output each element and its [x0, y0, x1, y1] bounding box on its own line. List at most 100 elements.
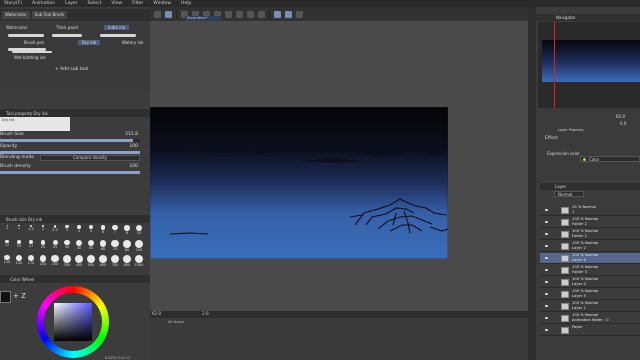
brush-size-preset[interactable]: 20	[37, 240, 49, 249]
layer-row[interactable]: 100 % Normal Folder 2	[540, 217, 640, 228]
snap-ruler-icon[interactable]	[274, 10, 281, 18]
brush-size-preset[interactable]: 100	[133, 240, 145, 252]
brush-size-preset[interactable]: 500	[85, 255, 97, 267]
brush-size-preset[interactable]: 25	[49, 240, 61, 249]
swap-colors-button[interactable]: + Z	[13, 292, 26, 300]
layer-row[interactable]: 100 % Normal Layer 2	[540, 241, 640, 252]
new-icon[interactable]	[154, 10, 161, 18]
document-tab[interactable]: Illustration*	[185, 16, 221, 21]
menu-filter[interactable]: Filter	[132, 1, 143, 6]
brush-size-preset[interactable]: 7	[109, 225, 121, 234]
brush-size-preset[interactable]: 1.5	[25, 225, 37, 231]
eye-icon[interactable]	[545, 257, 548, 259]
layer-blend-dropdown[interactable]: Normal	[554, 191, 584, 197]
brush-watery-ink[interactable]: Watery ink	[122, 40, 143, 45]
layer-row[interactable]: 100 % Normal Folder 3	[540, 265, 640, 276]
brush-size-preset[interactable]: 250	[49, 255, 61, 266]
eye-icon[interactable]	[545, 269, 548, 271]
menu-icon[interactable]	[165, 10, 172, 18]
brush-size-preset[interactable]: 1000	[133, 255, 145, 267]
eye-icon[interactable]	[545, 329, 548, 331]
brush-size-preset[interactable]: 600	[97, 255, 109, 267]
deselect-icon[interactable]	[247, 10, 254, 18]
menu-view[interactable]: View	[111, 1, 122, 6]
brush-size-preset[interactable]: 17	[25, 240, 37, 248]
brush-size-preset[interactable]: 30	[61, 240, 73, 249]
brush-size-preset[interactable]: 2	[37, 225, 49, 231]
add-sub-tool-button[interactable]: + Add sub tool	[55, 67, 88, 72]
brush-size-preset[interactable]: 800	[121, 255, 133, 267]
layer-row[interactable]: 100 % Normal Animation folder : 0	[540, 313, 640, 324]
menu-story[interactable]: Story(F)	[4, 1, 22, 6]
brush-size-preset[interactable]: 6	[97, 225, 109, 234]
eye-icon[interactable]	[545, 305, 548, 307]
fill-icon[interactable]	[258, 10, 265, 18]
brush-size-preset[interactable]: 8	[121, 225, 133, 235]
opacity-slider[interactable]	[0, 151, 140, 154]
brush-size-preset[interactable]: 700	[109, 255, 121, 267]
brush-size-preset[interactable]: 4	[73, 225, 85, 233]
zoom-value[interactable]: 62.9	[152, 311, 161, 316]
menu-help[interactable]: Help	[181, 1, 191, 6]
layer-row[interactable]: 100 % Normal Layer 6	[540, 253, 640, 264]
brush-size-preset[interactable]: 40	[73, 240, 85, 250]
brush-brush-pen[interactable]: Brush pen	[24, 40, 44, 45]
brush-size-preset[interactable]: 150	[13, 255, 25, 265]
blending-mode-dropdown[interactable]: Compare density	[40, 155, 140, 161]
navigator-rotate[interactable]: 0.0	[620, 121, 626, 126]
hue-ring[interactable]	[37, 286, 109, 358]
brush-size-preset[interactable]: 120	[1, 255, 13, 264]
menu-select[interactable]: Select	[88, 1, 102, 6]
brush-india-ink[interactable]: India ink	[104, 25, 130, 30]
brush-watercolor[interactable]: Watercolor	[6, 25, 28, 30]
brush-size-preset[interactable]: 2.5	[49, 225, 61, 232]
eye-icon[interactable]	[545, 221, 548, 223]
brush-size-preset[interactable]: 1	[13, 225, 25, 230]
tab-sub-tool-brush[interactable]: Sub Tool Brush	[31, 11, 68, 19]
brush-wet-blotting-ink[interactable]: Wet blotting ink	[14, 55, 46, 60]
clear-icon[interactable]	[225, 10, 232, 18]
brush-thick-paint[interactable]: Thick paint	[56, 25, 78, 30]
eye-icon[interactable]	[545, 293, 548, 295]
navigator-zoom[interactable]: 62.9	[616, 114, 625, 119]
expression-color-dropdown[interactable]: Color	[580, 156, 640, 162]
brush-size-preset[interactable]: 200	[37, 255, 49, 266]
brush-density-slider[interactable]	[0, 171, 140, 174]
layer-row[interactable]: 100 % Normal Layer 5	[540, 289, 640, 300]
menu-window[interactable]: Window	[153, 1, 171, 6]
brush-size-preset[interactable]: 60	[97, 240, 109, 251]
brush-size-preset[interactable]: 3	[61, 225, 73, 232]
layer-row[interactable]: 25 % Normal 1	[540, 205, 640, 216]
layer-row[interactable]: 100 % Normal Layer 4	[540, 277, 640, 288]
brush-size-slider[interactable]	[0, 139, 140, 142]
brush-size-preset[interactable]: 80	[121, 240, 133, 252]
brush-size-preset[interactable]: 10	[133, 225, 145, 235]
eye-icon[interactable]	[545, 209, 548, 211]
brush-size-preset[interactable]: 300	[61, 255, 73, 267]
snap-grid-icon[interactable]	[296, 10, 303, 18]
brush-size-preset[interactable]: 5	[85, 225, 97, 233]
eye-icon[interactable]	[545, 317, 548, 319]
main-color-swatch[interactable]	[0, 291, 11, 303]
saturation-value-square[interactable]	[54, 303, 92, 341]
brush-dry-ink[interactable]: Dry ink	[78, 40, 101, 45]
brush-size-preset[interactable]: 12	[1, 240, 13, 247]
brush-size-preset[interactable]: 15	[13, 240, 25, 248]
menu-animation[interactable]: Animation	[32, 1, 55, 6]
brush-size-preset[interactable]: 1	[1, 225, 13, 230]
brush-size-preset[interactable]: 70	[109, 240, 121, 251]
timeline-tab[interactable]: All layers	[168, 320, 184, 324]
layer-row[interactable]: 100 % Normal Layer 1	[540, 301, 640, 312]
layer-row[interactable]: Paper	[540, 325, 640, 336]
tab-watercolor[interactable]: Watercolor	[2, 11, 30, 19]
layer-row[interactable]: 100 % Normal Folder 1	[540, 229, 640, 240]
canvas-area[interactable]: Illustration*	[150, 16, 528, 311]
snap-special-ruler-icon[interactable]	[285, 10, 292, 18]
eye-icon[interactable]	[545, 233, 548, 235]
eye-icon[interactable]	[545, 245, 548, 247]
menu-layer[interactable]: Layer	[65, 1, 78, 6]
brush-size-preset[interactable]: 170	[25, 255, 37, 265]
eye-icon[interactable]	[545, 281, 548, 283]
transform-icon[interactable]	[236, 10, 243, 18]
illustration-canvas[interactable]	[150, 107, 448, 259]
